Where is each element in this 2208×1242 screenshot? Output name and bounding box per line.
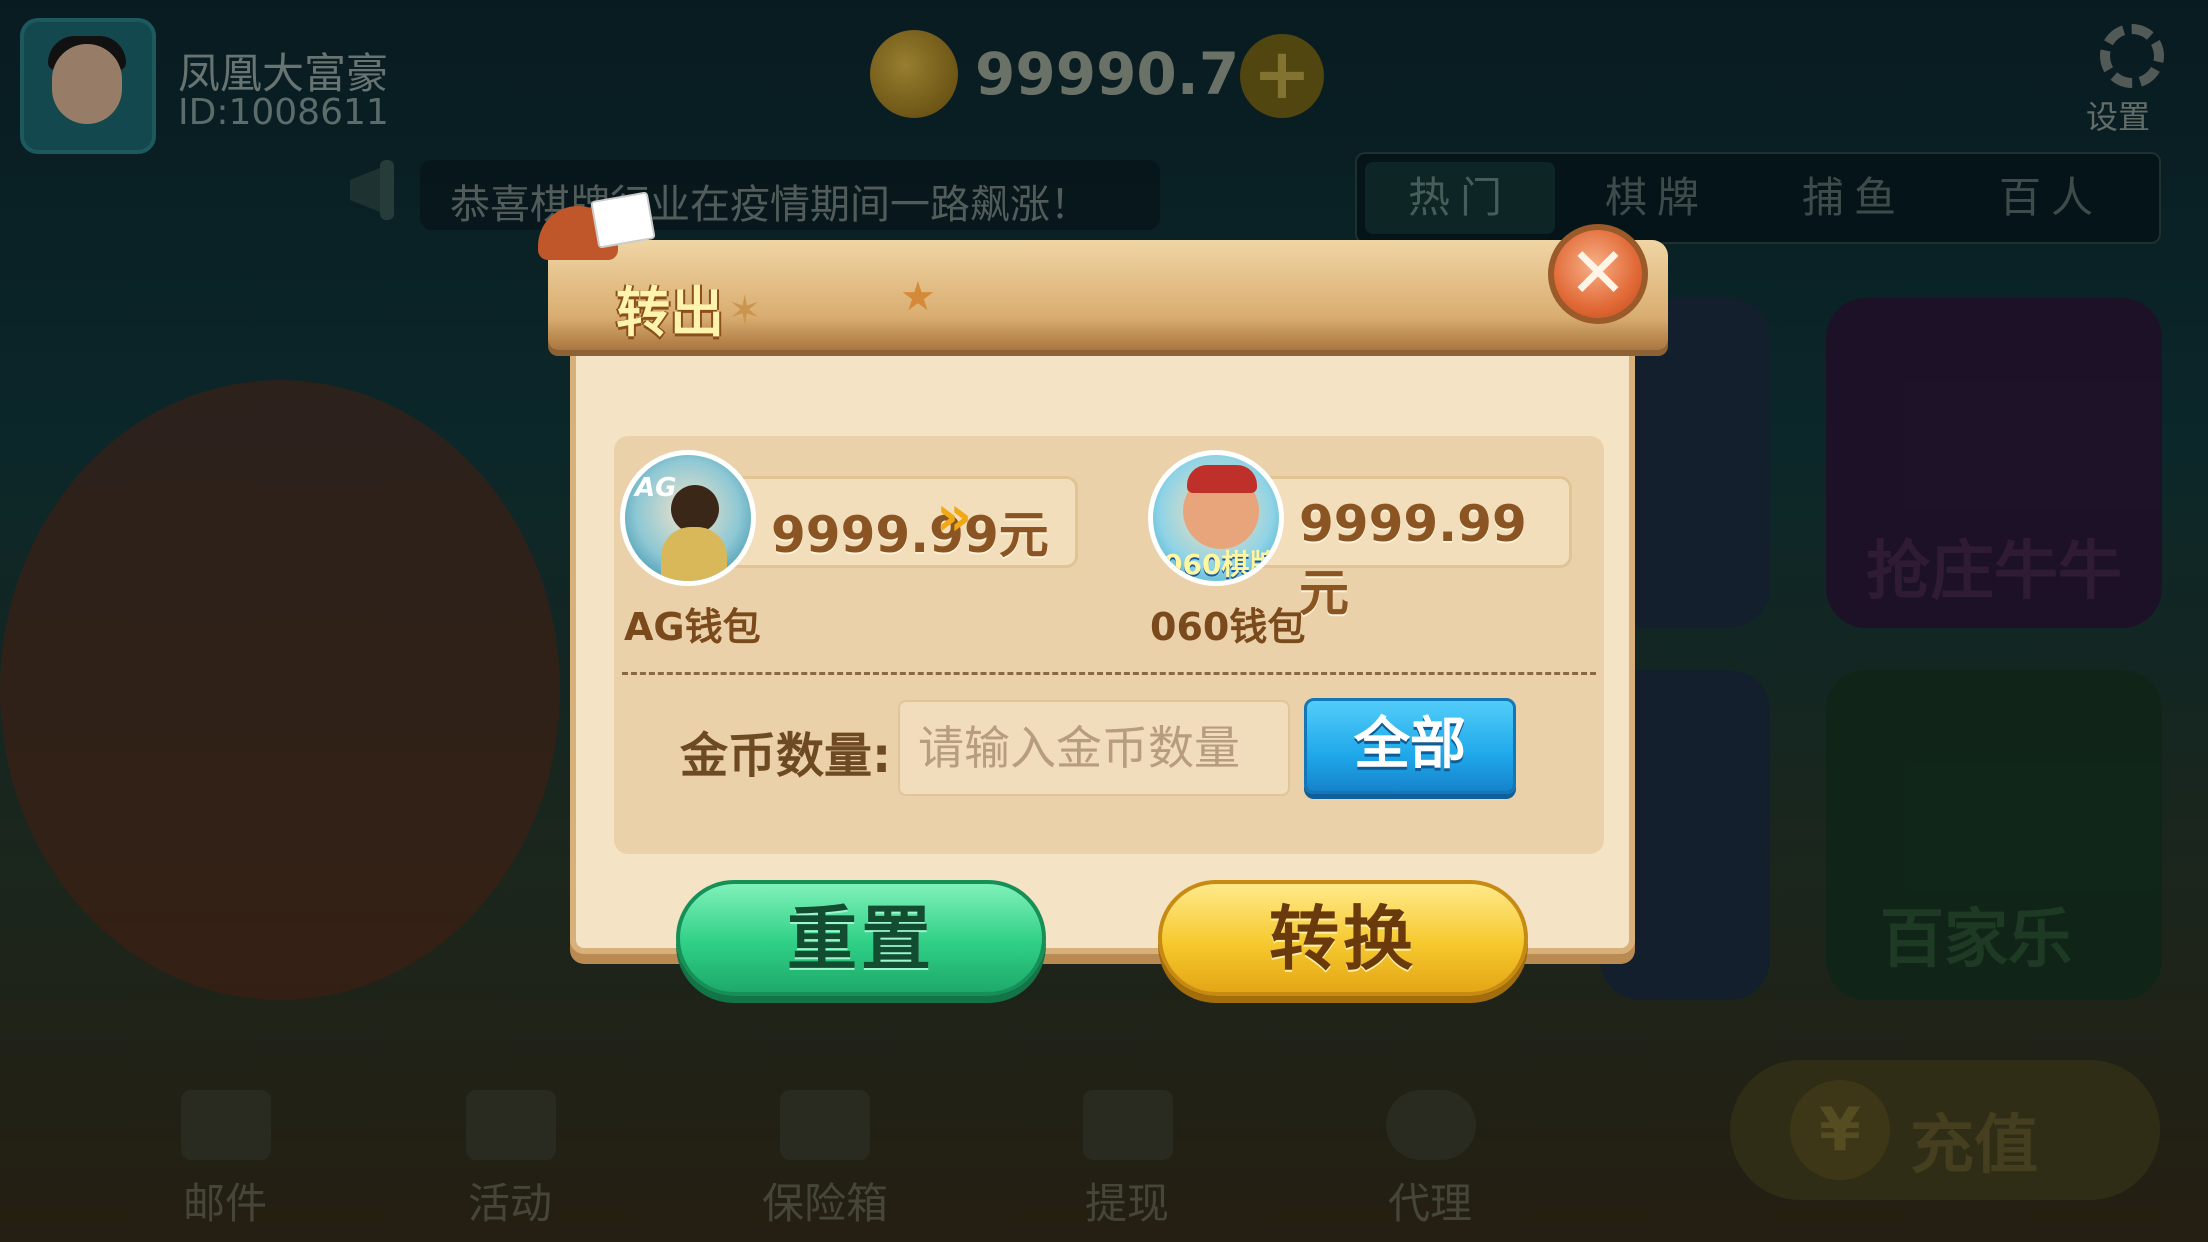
ag-wallet-icon: AG: [620, 450, 756, 586]
coin-amount-input[interactable]: [898, 700, 1290, 796]
transfer-panel: 9999.99元 AG AG钱包 » 9999.99元 060棋牌 060钱包 …: [614, 436, 1604, 854]
convert-button[interactable]: 转换: [1158, 880, 1528, 996]
from-wallet-amount: 9999.99元: [771, 506, 1049, 564]
reset-button[interactable]: 重置: [676, 880, 1046, 996]
dialog-title: 转出: [616, 281, 724, 344]
starfish-icon: ★: [900, 274, 936, 320]
starfish-icon: ✶: [728, 288, 762, 334]
from-wallet-bar: 9999.99元: [714, 476, 1078, 568]
dialog-body: 9999.99元 AG AG钱包 » 9999.99元 060棋牌 060钱包 …: [570, 300, 1635, 996]
divider: [622, 672, 1596, 675]
amount-label: 金币数量:: [680, 728, 892, 784]
to-wallet-label: 060钱包: [1150, 605, 1306, 649]
to-wallet-bar: 9999.99元: [1242, 476, 1572, 622]
all-button[interactable]: 全部: [1304, 698, 1516, 794]
transfer-out-dialog: 9999.99元 AG AG钱包 » 9999.99元 060棋牌 060钱包 …: [538, 191, 1668, 996]
to-wallet-amount: 9999.99元: [1299, 495, 1527, 622]
dialog-header: 转出 ✶ ★ ✕: [538, 191, 1668, 350]
from-wallet-label: AG钱包: [624, 605, 761, 649]
close-button[interactable]: ✕: [1548, 224, 1648, 324]
playing-cards-icon: [590, 191, 656, 249]
double-chevron-right-icon: »: [936, 484, 973, 549]
060-wallet-icon: 060棋牌: [1148, 450, 1284, 586]
